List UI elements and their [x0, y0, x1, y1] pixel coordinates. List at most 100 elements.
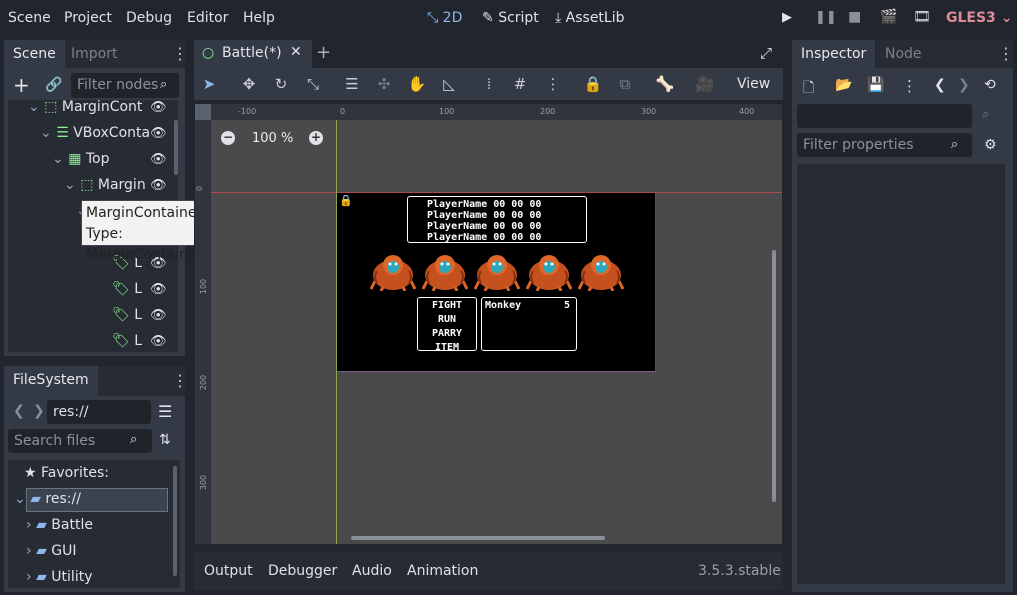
tab-debugger[interactable]: Debugger — [268, 563, 337, 579]
sort-icon[interactable]: ⇅ — [159, 432, 171, 448]
menu-dots-icon[interactable]: ⋮ — [902, 77, 917, 95]
search-icon: ⌕ — [160, 77, 168, 92]
tree-node-margin[interactable]: ⌄ ⬚ Margin — [64, 172, 146, 198]
tab-scene[interactable]: Scene — [4, 40, 65, 68]
play-custom-icon[interactable]: 🎞 — [913, 9, 931, 25]
folder-icon: ▰ — [36, 543, 47, 559]
battle-menu: FIGHT RUN PARRY ITEM — [417, 297, 477, 353]
move-tool-icon[interactable]: ✥ — [239, 75, 259, 93]
folder-icon: ▰ — [36, 517, 47, 533]
workspace-script[interactable]: ✎ Script — [482, 10, 539, 26]
visibility-eye-icon[interactable]: 👁 — [150, 152, 167, 167]
list-select-icon[interactable]: ☰ — [342, 75, 362, 93]
res-root-row[interactable]: ⌄ ▰ res:// — [14, 486, 81, 512]
property-list — [797, 164, 1005, 584]
zoom-level[interactable]: 100 % — [252, 131, 293, 146]
bone-icon[interactable]: 🦴 — [655, 75, 675, 93]
ruler-tool-icon[interactable]: ◺ — [439, 75, 459, 93]
grid-container-icon: ▦ — [68, 151, 82, 167]
play-icon[interactable]: ▶ — [782, 10, 792, 25]
play-scene-icon[interactable]: 🎬 — [880, 9, 897, 25]
tab-inspector[interactable]: Inspector — [792, 40, 876, 68]
camera-icon[interactable]: 🎥 — [695, 75, 715, 93]
renderer-select[interactable]: GLES3 ⌄ — [946, 10, 1012, 26]
open-folder-icon[interactable]: 📂 — [835, 77, 852, 93]
scrollbar[interactable] — [174, 120, 178, 175]
tree-node-label[interactable]: 🏷 L — [112, 302, 142, 328]
folder-gui[interactable]: › ▰ GUI — [26, 538, 77, 564]
menu-help[interactable]: Help — [243, 10, 275, 26]
tab-animation[interactable]: Animation — [407, 563, 478, 579]
visibility-eye-icon[interactable]: 👁 — [150, 126, 167, 141]
folder-utility[interactable]: › ▰ Utility — [26, 564, 92, 588]
tab-filesystem[interactable]: FileSystem — [4, 366, 98, 396]
scene-tab-battle[interactable]: ○ Battle(*) ✕ — [194, 40, 312, 68]
grid-snap-icon[interactable]: # — [510, 75, 530, 93]
history-forward-icon[interactable]: ❯ — [958, 77, 970, 93]
group-icon[interactable]: ⧉ — [615, 75, 635, 93]
zoom-out-icon[interactable]: − — [221, 131, 235, 145]
visibility-eye-icon[interactable]: 👁 — [150, 178, 167, 193]
menu-debug[interactable]: Debug — [126, 10, 172, 26]
menu-dots-icon[interactable]: ⋮ — [172, 46, 188, 62]
history-icon[interactable]: ⟲ — [984, 77, 996, 93]
player-row: PlayerName 00 00 00 — [427, 221, 542, 232]
menu-project[interactable]: Project — [64, 10, 112, 26]
tab-import[interactable]: Import — [62, 40, 126, 68]
filter-properties-input[interactable]: Filter properties — [797, 133, 972, 157]
menu-scene[interactable]: Scene — [8, 10, 51, 26]
link-icon[interactable]: 🔗 — [45, 77, 62, 93]
stop-icon[interactable]: ■ — [848, 9, 861, 25]
horizontal-scrollbar[interactable] — [351, 536, 605, 540]
history-back-icon[interactable]: ❮ — [934, 77, 946, 93]
menu-dots-icon[interactable]: ⋮ — [172, 373, 188, 389]
back-icon[interactable]: ❮ — [13, 403, 25, 419]
forward-icon[interactable]: ❯ — [33, 403, 45, 419]
tree-node-vboxcontainer[interactable]: ⌄ ☰ VBoxConta — [40, 120, 150, 146]
visibility-eye-icon[interactable]: 👁 — [150, 308, 167, 323]
property-settings-icon[interactable]: ⚙ — [984, 137, 997, 153]
object-path-field[interactable] — [797, 104, 972, 128]
label-icon: 🏷 — [112, 333, 130, 349]
path-input[interactable]: res:// — [47, 400, 151, 424]
fullscreen-icon[interactable]: ⤢ — [760, 44, 772, 62]
menu-editor[interactable]: Editor — [187, 10, 228, 26]
ruler-label: 0 — [195, 185, 205, 192]
rotate-tool-icon[interactable]: ↻ — [271, 75, 291, 93]
zoom-in-icon[interactable]: + — [309, 131, 323, 145]
close-icon[interactable]: ✕ — [290, 44, 302, 60]
workspace-assetlib[interactable]: ⤓ AssetLib — [555, 10, 625, 26]
lock-icon[interactable]: 🔒 — [583, 75, 603, 93]
doc-search-icon[interactable]: ⌕ — [982, 107, 989, 122]
tab-audio[interactable]: Audio — [352, 563, 392, 579]
tree-node-label[interactable]: 🏷 L — [112, 276, 142, 302]
vertical-scrollbar[interactable] — [772, 250, 776, 502]
menu-dots-icon[interactable]: ⋮ — [998, 46, 1014, 62]
folder-battle[interactable]: › ▰ Battle — [26, 512, 93, 538]
tree-node-label[interactable]: 🏷 L — [112, 328, 142, 352]
pause-icon[interactable]: ❚❚ — [815, 10, 837, 25]
visibility-eye-icon[interactable]: 👁 — [150, 282, 167, 297]
tree-node-top[interactable]: ⌄ ▦ Top — [52, 146, 110, 172]
pivot-tool-icon[interactable]: ✣ — [374, 75, 394, 93]
label-icon: 🏷 — [112, 307, 130, 323]
add-node-icon[interactable]: + — [13, 75, 30, 95]
new-resource-icon[interactable]: 🗋 — [803, 77, 814, 101]
select-tool-icon[interactable]: ➤ — [199, 75, 219, 93]
add-scene-tab-icon[interactable]: + — [316, 42, 331, 63]
view-menu[interactable]: View — [737, 76, 770, 92]
smart-snap-icon[interactable]: ⦙ — [479, 75, 499, 93]
favorites-row[interactable]: ★ Favorites: — [24, 460, 109, 486]
snap-options-icon[interactable]: ⋮ — [543, 75, 563, 93]
scale-tool-icon[interactable]: ⤡ — [303, 75, 323, 93]
visibility-eye-icon[interactable]: 👁 — [150, 100, 167, 115]
save-icon[interactable]: 💾 — [867, 77, 884, 93]
tab-node[interactable]: Node — [876, 40, 931, 68]
tab-output[interactable]: Output — [204, 563, 253, 579]
workspace-2d[interactable]: ⤡ 2D — [427, 10, 462, 26]
tree-node-margincontainer[interactable]: ⌄ ⬚ MarginCont — [28, 100, 142, 120]
scrollbar[interactable] — [173, 466, 177, 576]
visibility-eye-icon[interactable]: 👁 — [150, 334, 167, 349]
pan-tool-icon[interactable]: ✋ — [407, 75, 427, 93]
split-view-icon[interactable]: ☰ — [158, 402, 172, 421]
